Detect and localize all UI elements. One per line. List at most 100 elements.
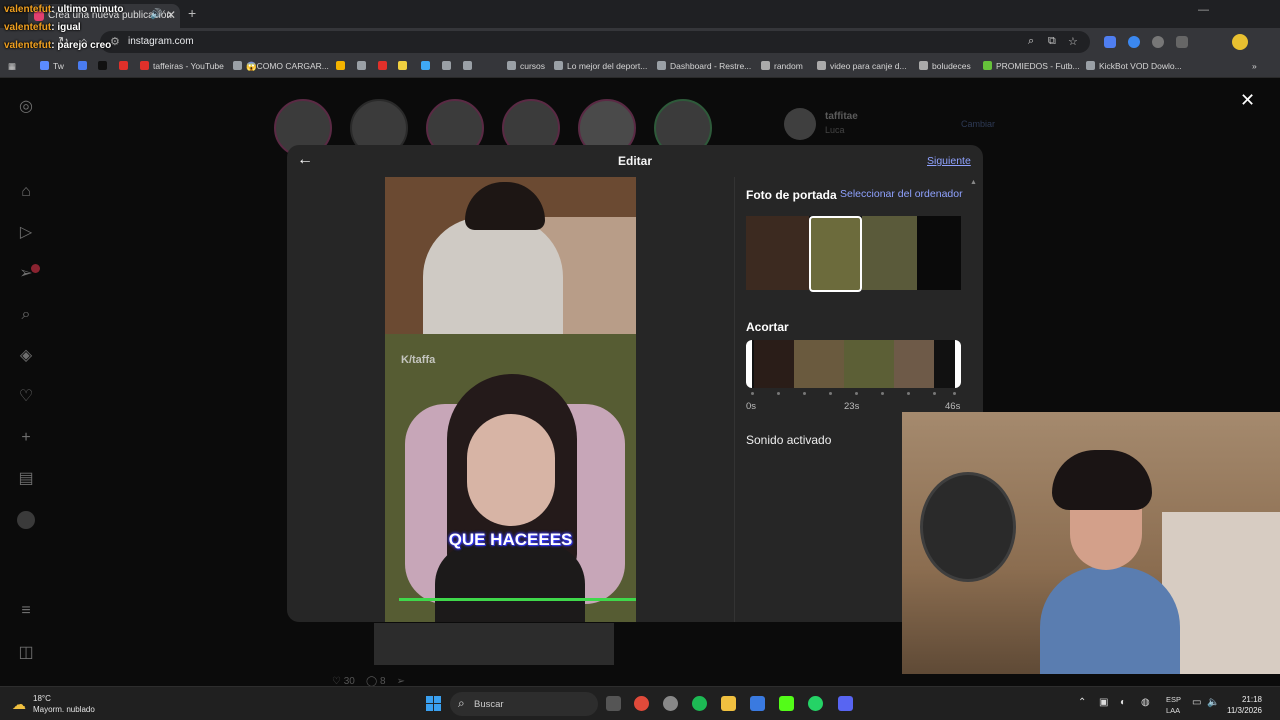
- store-icon[interactable]: [750, 696, 765, 711]
- switch-account-link[interactable]: Cambiar: [961, 119, 995, 129]
- more-bookmarks-icon[interactable]: »: [1252, 61, 1257, 71]
- create-plus-icon[interactable]: +: [17, 429, 35, 447]
- bookmark-item[interactable]: Tw: [40, 61, 64, 71]
- apps-grid-icon[interactable]: ▦: [8, 61, 16, 72]
- bookmark-item[interactable]: [463, 61, 476, 71]
- bookmark-item[interactable]: boludeces: [919, 61, 971, 71]
- bookmark-item[interactable]: KickBot VOD Dowlo...: [1086, 61, 1182, 71]
- bookmark-item[interactable]: Dashboard - Restre...: [657, 61, 751, 71]
- bookmark-item[interactable]: [357, 61, 370, 71]
- account-username[interactable]: taffitae: [825, 111, 858, 122]
- trim-start-handle[interactable]: [746, 340, 752, 388]
- weather-description[interactable]: Mayorm. nublado: [33, 705, 95, 714]
- close-tab-icon[interactable]: ✕: [166, 8, 176, 22]
- select-from-computer-link[interactable]: Seleccionar del ordenador: [840, 188, 963, 200]
- video-preview[interactable]: K/taffa QUE HACEEES: [385, 177, 636, 622]
- bookmark-item[interactable]: [421, 61, 434, 71]
- close-icon[interactable]: ✕: [1240, 90, 1255, 111]
- video-caption: QUE HACEEES: [448, 530, 573, 549]
- install-icon[interactable]: ⧉: [1048, 35, 1056, 48]
- windows-start-icon[interactable]: [426, 696, 441, 711]
- whatsapp-icon[interactable]: [808, 696, 823, 711]
- profile-emote-icon[interactable]: [1232, 34, 1248, 50]
- explore-icon[interactable]: ◈: [17, 347, 35, 365]
- bookmark-label: random: [774, 61, 803, 71]
- modal-header: ← Editar Siguiente: [287, 145, 983, 177]
- tray-app-icon[interactable]: ▣: [1099, 697, 1108, 708]
- network-icon[interactable]: ▭: [1192, 697, 1201, 708]
- input-layout[interactable]: LAA: [1166, 706, 1180, 715]
- also-from-meta-icon[interactable]: ◫: [17, 644, 35, 662]
- task-view-icon[interactable]: [606, 696, 621, 711]
- next-button[interactable]: Siguiente: [927, 155, 971, 167]
- tray-app-icon[interactable]: ◐: [1120, 697, 1126, 708]
- reels-icon[interactable]: ▷: [17, 224, 35, 242]
- heart-icon[interactable]: ♡: [17, 388, 35, 406]
- weather-temperature[interactable]: 18°C: [33, 694, 51, 703]
- playback-progress-bar: [399, 598, 636, 601]
- cover-thumbnail[interactable]: [917, 216, 961, 290]
- chrome-icon[interactable]: [634, 696, 649, 711]
- search-icon[interactable]: ⌕: [17, 306, 35, 324]
- cover-thumbnail[interactable]: [746, 216, 809, 290]
- preview-body: [435, 544, 585, 622]
- clock-time[interactable]: 21:18: [1222, 695, 1262, 704]
- minimize-icon[interactable]: —: [1198, 4, 1209, 16]
- spotify-icon[interactable]: [692, 696, 707, 711]
- home-icon[interactable]: ⌂: [17, 183, 35, 201]
- cover-thumbnail[interactable]: [862, 216, 917, 290]
- tray-overflow-icon[interactable]: ⌃: [1078, 697, 1086, 708]
- extension-icon[interactable]: [1152, 36, 1164, 48]
- zoom-icon[interactable]: ⌕: [1028, 35, 1034, 48]
- timeline-ticks: [746, 392, 961, 396]
- file-explorer-icon[interactable]: [721, 696, 736, 711]
- speaker-icon[interactable]: 🔊: [150, 9, 162, 20]
- translate-extension-icon[interactable]: [1104, 36, 1116, 48]
- tray-app-icon[interactable]: ◍: [1141, 697, 1150, 708]
- selected-cover-frame[interactable]: [809, 216, 862, 292]
- volume-icon[interactable]: 🔈: [1207, 697, 1219, 708]
- trim-label: Acortar: [746, 320, 789, 334]
- bookmark-item[interactable]: taffeiras - YouTube: [140, 61, 224, 71]
- bookmark-star-icon[interactable]: ☆: [1068, 35, 1078, 48]
- modal-title: Editar: [617, 154, 652, 168]
- clock-date[interactable]: 11/3/2026: [1222, 706, 1262, 715]
- trim-frame: [894, 340, 934, 388]
- bookmark-item[interactable]: [98, 61, 111, 71]
- discord-icon[interactable]: [838, 696, 853, 711]
- weather-cloud-icon[interactable]: ☁: [12, 696, 26, 713]
- puzzle-extensions-icon[interactable]: [1176, 36, 1188, 48]
- bookmark-item[interactable]: PROMIEDOS - Futb...: [983, 61, 1080, 71]
- extension-icon[interactable]: [1128, 36, 1140, 48]
- bookmark-item[interactable]: [378, 61, 391, 71]
- browser-toolbar: ← → ↻ ⌂ ⚙ instagram.com ⌕ ⧉ ☆: [0, 28, 1280, 56]
- bookmark-item[interactable]: video para canje d...: [817, 61, 907, 71]
- avatar[interactable]: [784, 108, 816, 140]
- tick-mark: [777, 392, 780, 395]
- app-icon[interactable]: [663, 696, 678, 711]
- bookmark-item[interactable]: [78, 61, 91, 71]
- taskbar-search[interactable]: ⌕ Buscar: [450, 692, 598, 716]
- sound-toggle-label[interactable]: Sonido activado: [746, 433, 831, 447]
- bookmark-item[interactable]: cursos: [507, 61, 545, 71]
- chat-text: : parejo creo: [51, 40, 112, 51]
- bookmark-item[interactable]: [336, 61, 349, 71]
- bookmark-item[interactable]: 😱COMO CARGAR...: [233, 61, 329, 72]
- bookmark-item[interactable]: random: [761, 61, 803, 71]
- trim-timeline[interactable]: [746, 340, 961, 388]
- new-tab-icon[interactable]: +: [188, 5, 196, 21]
- input-language[interactable]: ESP: [1166, 695, 1181, 704]
- bookmark-item[interactable]: Lo mejor del deport...: [554, 61, 647, 71]
- trim-end-handle[interactable]: [955, 340, 961, 388]
- address-bar[interactable]: ⚙ instagram.com ⌕ ⧉ ☆: [100, 31, 1090, 53]
- instagram-logo-icon[interactable]: ◎: [17, 98, 35, 116]
- bookmark-item[interactable]: [442, 61, 455, 71]
- dashboard-icon[interactable]: ▤: [17, 470, 35, 488]
- scroll-up-icon[interactable]: ▲: [970, 179, 977, 186]
- bookmark-item[interactable]: [398, 61, 411, 71]
- bookmark-item[interactable]: [119, 61, 132, 71]
- profile-avatar-icon[interactable]: [17, 511, 35, 529]
- menu-icon[interactable]: ≡: [17, 602, 35, 620]
- cover-frame-strip[interactable]: [746, 216, 961, 292]
- kick-icon[interactable]: [779, 696, 794, 711]
